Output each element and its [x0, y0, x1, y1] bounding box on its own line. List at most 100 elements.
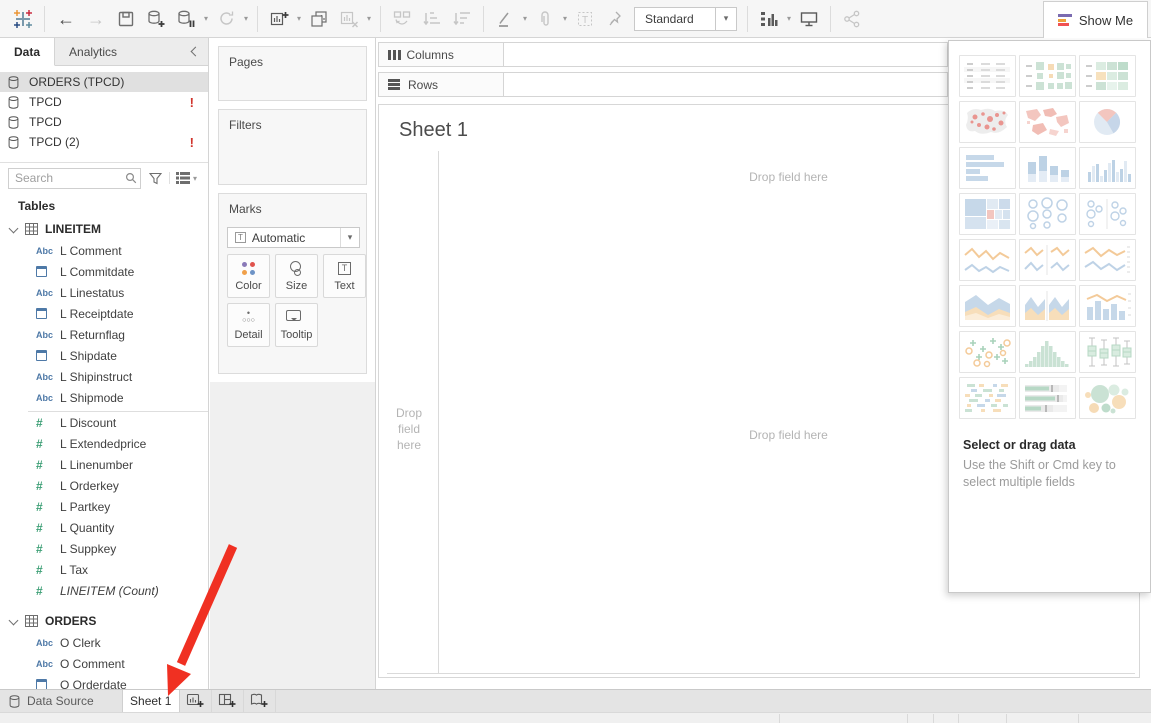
filters-shelf[interactable]: Filters	[218, 109, 367, 185]
field-item[interactable]: L Shipdate	[0, 345, 208, 366]
new-worksheet-tab-button[interactable]	[180, 690, 212, 712]
chevron-down-icon[interactable]	[9, 224, 19, 234]
showme-dual-lines[interactable]	[1079, 239, 1136, 281]
search-box[interactable]	[8, 168, 141, 189]
annotate-text-button[interactable]: T	[570, 6, 600, 32]
showme-discrete-lines[interactable]	[1019, 239, 1076, 281]
new-data-source-button[interactable]	[141, 6, 171, 32]
swap-rows-columns-button[interactable]	[387, 6, 417, 32]
field-item[interactable]: L Returnflag	[0, 324, 208, 345]
pages-shelf[interactable]: Pages	[218, 46, 367, 101]
filter-fields-icon[interactable]	[145, 172, 165, 185]
presentation-mode-button[interactable]	[794, 6, 824, 32]
field-item[interactable]: L Suppkey	[0, 538, 208, 559]
fit-selector-caret[interactable]: ▾	[715, 8, 736, 30]
save-button[interactable]	[111, 6, 141, 32]
share-button[interactable]	[837, 6, 867, 32]
showme-gantt[interactable]	[959, 377, 1016, 419]
showme-filled-map[interactable]	[1019, 101, 1076, 143]
sort-ascending-button[interactable]	[417, 6, 447, 32]
field-item[interactable]: L Shipinstruct	[0, 366, 208, 387]
view-data-as-button[interactable]: ▾	[169, 172, 200, 184]
sort-descending-button[interactable]	[447, 6, 477, 32]
showme-highlight-table[interactable]	[1079, 55, 1136, 97]
field-item[interactable]: L Linestatus	[0, 282, 208, 303]
showme-heat-map[interactable]	[1019, 55, 1076, 97]
showme-scatter-plot[interactable]	[959, 331, 1016, 373]
marks-button[interactable]: Size	[275, 254, 318, 298]
highlight-button[interactable]	[490, 6, 520, 32]
field-item[interactable]: O Orderdate	[0, 674, 208, 689]
marks-button[interactable]: Tooltip	[275, 303, 318, 347]
showme-stacked-bars[interactable]	[1019, 147, 1076, 189]
field-item[interactable]: L Shipmode	[0, 387, 208, 408]
showme-symbol-map[interactable]	[959, 101, 1016, 143]
undo-button[interactable]: ←	[51, 6, 81, 32]
field-item[interactable]: L Quantity	[0, 517, 208, 538]
run-update-button[interactable]	[211, 6, 241, 32]
show-me-button[interactable]: Show Me	[1043, 1, 1148, 38]
showme-histogram[interactable]	[1019, 331, 1076, 373]
tab-sheet-1[interactable]: Sheet 1	[122, 690, 180, 712]
showme-treemap[interactable]	[959, 193, 1016, 235]
mark-type-dropdown[interactable]: T Automatic ▾	[227, 227, 360, 248]
showme-continuous-area[interactable]	[959, 285, 1016, 327]
field-item[interactable]: L Partkey	[0, 496, 208, 517]
redo-button[interactable]: →	[81, 6, 111, 32]
field-item[interactable]: L Discount	[28, 411, 208, 433]
field-item[interactable]: L Receiptdate	[0, 303, 208, 324]
pause-auto-updates-button[interactable]	[171, 6, 201, 32]
new-worksheet-button[interactable]	[264, 6, 294, 32]
datasource-item[interactable]: ORDERS (TPCD)	[0, 72, 208, 92]
tab-analytics[interactable]: Analytics	[55, 38, 131, 65]
field-item[interactable]: LINEITEM (Count)	[0, 580, 208, 601]
showme-pie-chart[interactable]	[1079, 101, 1136, 143]
field-item[interactable]: L Comment	[0, 240, 208, 261]
showme-bullet-graph[interactable]	[1019, 377, 1076, 419]
format-attachment-caret[interactable]: ▾	[560, 14, 570, 23]
field-item[interactable]: O Clerk	[0, 632, 208, 653]
field-item[interactable]: L Linenumber	[0, 454, 208, 475]
field-item[interactable]: O Comment	[0, 653, 208, 674]
showme-continuous-lines[interactable]	[959, 239, 1016, 281]
columns-shelf[interactable]: Columns	[378, 42, 948, 67]
search-input[interactable]	[9, 171, 122, 185]
clear-sheet-caret[interactable]: ▾	[364, 14, 374, 23]
run-update-caret[interactable]: ▾	[241, 14, 251, 23]
show-mark-labels-button[interactable]	[754, 6, 784, 32]
showme-side-by-side-bars[interactable]	[1079, 147, 1136, 189]
table-orders-header[interactable]: ORDERS	[0, 609, 208, 632]
chevron-down-icon[interactable]	[9, 616, 19, 626]
showme-box-and-whisker[interactable]	[1079, 331, 1136, 373]
highlight-caret[interactable]: ▾	[520, 14, 530, 23]
pin-button[interactable]	[600, 6, 630, 32]
showme-circle-views[interactable]	[1019, 193, 1076, 235]
new-worksheet-caret[interactable]: ▾	[294, 14, 304, 23]
field-item[interactable]: L Commitdate	[0, 261, 208, 282]
showme-dual-combination[interactable]	[1079, 285, 1136, 327]
duplicate-button[interactable]	[304, 6, 334, 32]
mark-type-caret[interactable]: ▾	[340, 228, 359, 247]
marks-card[interactable]: Marks T Automatic ▾ Color Size	[218, 193, 367, 374]
datasource-item[interactable]: TPCD (2) !	[0, 132, 208, 152]
drop-zone-rows[interactable]: Drop field here	[390, 405, 428, 453]
datasource-item[interactable]: TPCD !	[0, 92, 208, 112]
new-dashboard-tab-button[interactable]	[212, 690, 244, 712]
new-story-tab-button[interactable]	[244, 690, 276, 712]
datasource-item[interactable]: TPCD	[0, 112, 208, 132]
showme-packed-bubbles[interactable]	[1079, 377, 1136, 419]
tab-data-source[interactable]: Data Source	[0, 690, 108, 712]
field-item[interactable]: L Orderkey	[0, 475, 208, 496]
collapse-pane-button[interactable]	[182, 38, 208, 65]
show-mark-labels-caret[interactable]: ▾	[784, 14, 794, 23]
marks-button[interactable]: Detail	[227, 303, 270, 347]
field-item[interactable]: L Tax	[0, 559, 208, 580]
tab-data[interactable]: Data	[0, 38, 55, 66]
marks-button[interactable]: Color	[227, 254, 270, 298]
pause-auto-updates-caret[interactable]: ▾	[201, 14, 211, 23]
clear-sheet-button[interactable]	[334, 6, 364, 32]
fit-selector[interactable]: Standard ▾	[634, 7, 737, 31]
showme-text-table[interactable]	[959, 55, 1016, 97]
showme-horizontal-bars[interactable]	[959, 147, 1016, 189]
showme-discrete-area[interactable]	[1019, 285, 1076, 327]
